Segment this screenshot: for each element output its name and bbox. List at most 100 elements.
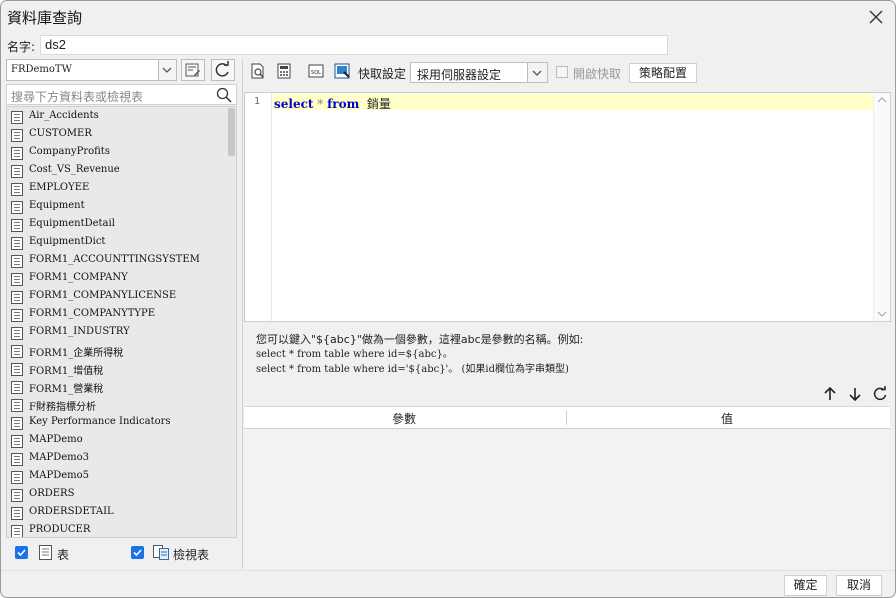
list-item[interactable]: MAPDemo [7,432,229,450]
show-views-checkbox[interactable] [131,546,144,559]
scroll-up-icon[interactable] [877,96,887,104]
list-item[interactable]: EquipmentDict [7,234,229,252]
dialog-footer: 確定 取消 [1,570,895,597]
param-actions [822,386,892,402]
show-tables-checkbox[interactable] [15,546,28,559]
list-item[interactable]: MAPDemo5 [7,468,229,486]
list-scrollbar[interactable] [228,108,235,156]
help-example: select * from table where id='${abc}'。 (… [256,364,569,375]
close-icon[interactable] [865,6,887,28]
scroll-down-icon[interactable] [877,310,887,318]
list-item[interactable]: FORM1_COMPANYLICENSE [7,288,229,306]
chevron-down-icon[interactable] [158,60,176,80]
table-icon [11,381,23,394]
calculator-icon[interactable] [276,63,292,79]
show-views-label: 檢視表 [173,548,210,562]
table-icon [11,345,23,358]
list-item[interactable]: F財務指標分析 [7,396,229,414]
list-item[interactable]: Cost_VS_Revenue [7,162,229,180]
table-name: Key Performance Indicators [29,416,171,427]
list-item[interactable]: FORM1_COMPANY [7,270,229,288]
name-input[interactable]: ds2 [40,35,668,55]
search-input[interactable]: 搜尋下方資料表或檢視表 [11,88,143,105]
arrow-down-icon[interactable] [847,386,863,402]
cache-icon[interactable] [334,63,350,79]
table-icon [11,273,23,286]
arrow-up-icon[interactable] [822,386,838,402]
list-item[interactable]: EMPLOYEE [7,180,229,198]
table-icon [11,147,23,160]
refresh-params-icon[interactable] [872,386,888,402]
param-table-body[interactable] [244,429,890,570]
table-name: Air_Accidents [29,110,99,121]
line-gutter: 1 [245,93,272,321]
table-icon [11,363,23,376]
sql-icon[interactable]: SQL [308,63,324,79]
dialog-title: 資料庫查詢 [7,9,83,27]
table-icon [11,417,23,430]
list-item[interactable]: ORDERS [7,486,229,504]
svg-text:SQL: SQL [311,70,321,76]
table-icon [11,201,23,214]
editor-scrollbar[interactable] [873,93,890,321]
show-tables-label: 表 [57,548,70,562]
list-item[interactable]: FORM1_COMPANYTYPE [7,306,229,324]
table-icon [11,327,23,340]
table-name: CUSTOMER [29,128,92,139]
sql-keyword: from [327,97,360,111]
cache-settings-label: 快取設定 [358,67,407,81]
table-icon [11,399,23,412]
open-cache-checkbox[interactable] [556,66,568,78]
list-item[interactable]: FORM1_營業稅 [7,378,229,396]
table-icon [11,291,23,304]
table-name: MAPDemo5 [29,470,89,481]
search-icon[interactable] [216,87,232,103]
list-item[interactable]: FORM1_企業所得稅 [7,342,229,360]
table-name: Equipment [29,200,85,211]
cache-settings-select[interactable]: 採用伺服器設定 [410,62,548,83]
table-list[interactable]: Air_Accidents CUSTOMER CompanyProfits Cost_… [6,106,237,538]
list-item[interactable]: FORM1_INDUSTRY [7,324,229,342]
list-item[interactable]: MAPDemo3 [7,450,229,468]
table-icon [11,237,23,250]
list-filters: 表 檢視表 [6,539,238,567]
list-item[interactable]: FORM1_ACCOUNTTINGSYSTEM [7,252,229,270]
table-name: EquipmentDict [29,236,106,247]
cancel-button[interactable]: 取消 [836,575,882,596]
sql-editor[interactable]: 1 select * from 銷量 [244,92,891,322]
query-dialog: 資料庫查詢 名字: ds2 FRDemoTW 搜尋下方資料表或檢視表 Air_A… [0,0,896,598]
preview-icon[interactable] [250,63,266,79]
right-panel: SQL 快取設定 採用伺服器設定 開啟快取 策略配置 1 select * fr… [244,59,892,570]
list-item[interactable]: CUSTOMER [7,126,229,144]
list-item[interactable]: ORDERSDETAIL [7,504,229,522]
table-icon [11,309,23,322]
list-item[interactable]: PRODUCER [7,522,229,537]
view-icon [153,545,169,560]
ok-button[interactable]: 確定 [784,575,827,596]
table-name: FORM1_INDUSTRY [29,326,130,337]
sql-toolbar: SQL 快取設定 採用伺服器設定 開啟快取 策略配置 [244,59,892,83]
sql-code[interactable]: select * from 銷量 [274,95,391,112]
list-item[interactable]: Equipment [7,198,229,216]
panel-divider[interactable] [242,59,243,569]
edit-datasource-button[interactable] [181,59,205,81]
refresh-button[interactable] [211,59,235,81]
table-icon [11,111,23,124]
list-item[interactable]: FORM1_增值稅 [7,360,229,378]
list-item[interactable]: EquipmentDetail [7,216,229,234]
strategy-config-button[interactable]: 策略配置 [629,63,697,83]
list-item[interactable]: CompanyProfits [7,144,229,162]
chevron-down-icon[interactable] [527,63,547,82]
value-column-header: 值 [721,412,734,426]
cache-settings-value: 採用伺服器設定 [417,68,502,82]
list-item[interactable]: Air_Accidents [7,108,229,126]
column-divider[interactable] [566,410,567,425]
table-name: MAPDemo3 [29,452,89,463]
list-item[interactable]: Key Performance Indicators [7,414,229,432]
table-name: FORM1_增值稅 [29,366,104,377]
table-icon [39,545,52,560]
table-icon [11,489,23,502]
datasource-select[interactable]: FRDemoTW [6,59,177,81]
table-name: ORDERS [29,488,75,499]
table-search[interactable]: 搜尋下方資料表或檢視表 [6,84,237,105]
